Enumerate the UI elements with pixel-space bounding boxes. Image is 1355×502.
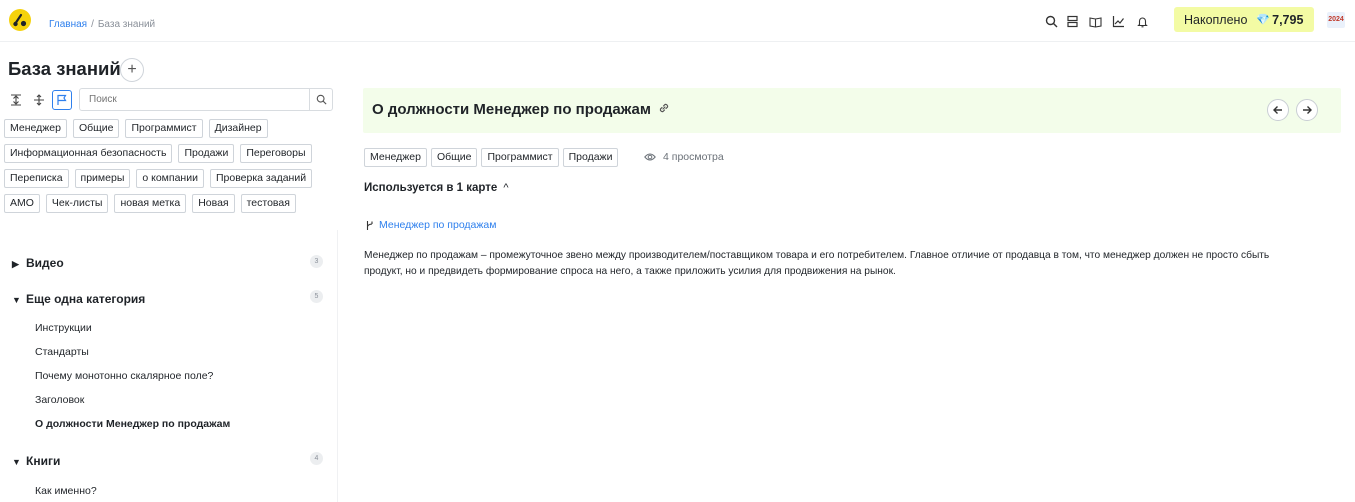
category-books[interactable]: ▼ Книги xyxy=(12,454,60,468)
tag-filter[interactable]: АМО xyxy=(4,194,40,213)
breadcrumb-current: База знаний xyxy=(97,19,156,30)
logo-icon xyxy=(13,13,27,27)
view-count-label: 4 просмотра xyxy=(663,151,724,163)
chart-icon[interactable] xyxy=(1108,11,1128,31)
top-bar: Главная / База знаний Накоплено 💎 7,795 20… xyxy=(0,0,1355,42)
document-tag[interactable]: Программист xyxy=(481,148,559,167)
expand-all-icon[interactable] xyxy=(29,90,49,110)
tag-filter-list: Менеджер Общие Программист Дизайнер Инфо… xyxy=(4,119,324,213)
document-tag[interactable]: Менеджер xyxy=(364,148,427,167)
arrow-right-icon xyxy=(1303,106,1312,114)
page-title: База знаний xyxy=(8,58,121,79)
chevron-up-icon: ^ xyxy=(503,182,509,194)
book-icon[interactable] xyxy=(1085,11,1105,31)
accumulated-value: 7,795 xyxy=(1272,12,1304,27)
document-body-line: Менеджер по продажам – промежуточное зве… xyxy=(364,250,1270,261)
tag-filter[interactable]: примеры xyxy=(74,169,131,188)
tag-filter[interactable]: Менеджер xyxy=(4,119,67,138)
tag-filter[interactable]: новая метка xyxy=(114,194,187,213)
article-item[interactable]: Стандарты xyxy=(35,346,89,358)
view-count: 4 просмотра xyxy=(644,151,724,163)
collapse-all-icon[interactable] xyxy=(6,90,26,110)
article-item[interactable]: Почему монотонно скалярное поле? xyxy=(35,370,213,382)
document-title: О должности Менеджер по продажам xyxy=(372,101,651,118)
category-label: Еще одна категория xyxy=(26,292,146,306)
flag-filter-icon[interactable] xyxy=(52,90,72,110)
logo[interactable] xyxy=(9,9,31,31)
tag-filter[interactable]: Переписка xyxy=(4,169,69,188)
tag-filter[interactable]: Продажи xyxy=(178,144,235,163)
caret-down-icon: ▼ xyxy=(12,457,21,467)
document-tags: Менеджер Общие Программист Продажи xyxy=(364,148,619,167)
tag-filter[interactable]: тестовая xyxy=(240,194,296,213)
search-input[interactable] xyxy=(79,88,333,111)
category-another[interactable]: ▼ Еще одна категория xyxy=(12,292,145,306)
accumulated-badge[interactable]: Накоплено 💎 7,795 xyxy=(1174,7,1314,32)
breadcrumb-home-link[interactable]: Главная xyxy=(49,19,87,30)
tag-filter[interactable]: Проверка заданий xyxy=(209,169,313,188)
breadcrumb-separator: / xyxy=(91,19,94,30)
server-icon[interactable] xyxy=(1062,11,1082,31)
map-link[interactable]: Менеджер по продажам xyxy=(365,219,496,231)
category-label: Книги xyxy=(26,454,61,468)
document-body: Менеджер по продажам – промежуточное зве… xyxy=(364,248,1324,280)
tag-filter[interactable]: Информационная безопасность xyxy=(4,144,173,163)
tag-filter[interactable]: Программист xyxy=(125,119,203,138)
article-item[interactable]: Заголовок xyxy=(35,394,84,406)
map-link-label: Менеджер по продажам xyxy=(379,219,497,231)
document-body-line: продукт, но и предвидеть формирование сп… xyxy=(364,266,896,277)
used-in-maps-toggle[interactable]: Используется в 1 карте ^ xyxy=(364,182,509,194)
tag-filter[interactable]: Чек-листы xyxy=(45,194,109,213)
link-icon[interactable] xyxy=(657,101,673,117)
category-video[interactable]: ▶ Видео xyxy=(12,256,64,270)
category-label: Видео xyxy=(26,256,64,270)
eye-icon xyxy=(644,153,656,161)
next-article-button[interactable] xyxy=(1296,99,1318,121)
arrow-left-icon xyxy=(1273,106,1282,114)
accumulated-label: Накоплено xyxy=(1184,12,1248,27)
tag-filter[interactable]: Дизайнер xyxy=(208,119,268,138)
document-tag[interactable]: Общие xyxy=(430,148,478,167)
tag-filter[interactable]: Общие xyxy=(72,119,120,138)
branch-icon xyxy=(366,220,373,230)
gem-icon: 💎 xyxy=(1256,14,1271,26)
add-article-button[interactable]: + xyxy=(120,58,144,82)
avatar[interactable]: 2024 xyxy=(1327,12,1345,28)
caret-right-icon: ▶ xyxy=(12,259,19,269)
document-header: О должности Менеджер по продажам xyxy=(363,88,1341,133)
used-in-label: Используется в 1 карте xyxy=(364,182,498,194)
article-item-active[interactable]: О должности Менеджер по продажам xyxy=(35,418,230,430)
search-icon xyxy=(316,94,327,105)
category-count: 5 xyxy=(310,290,323,303)
tag-filter[interactable]: Переговоры xyxy=(240,144,312,163)
tag-filter[interactable]: о компании xyxy=(136,169,204,188)
search-icon[interactable] xyxy=(1041,11,1061,31)
article-item[interactable]: Как именно? xyxy=(35,485,97,497)
document-tag[interactable]: Продажи xyxy=(562,148,619,167)
search-button[interactable] xyxy=(309,88,333,111)
previous-article-button[interactable] xyxy=(1267,99,1289,121)
category-count: 3 xyxy=(310,255,323,268)
category-count: 4 xyxy=(310,452,323,465)
sidebar-divider xyxy=(337,230,338,502)
article-item[interactable]: Инструкции xyxy=(35,322,92,334)
tag-filter[interactable]: Новая xyxy=(192,194,235,213)
caret-down-icon: ▼ xyxy=(12,295,21,305)
bell-icon[interactable] xyxy=(1132,11,1152,31)
breadcrumb: Главная / База знаний xyxy=(49,19,155,30)
